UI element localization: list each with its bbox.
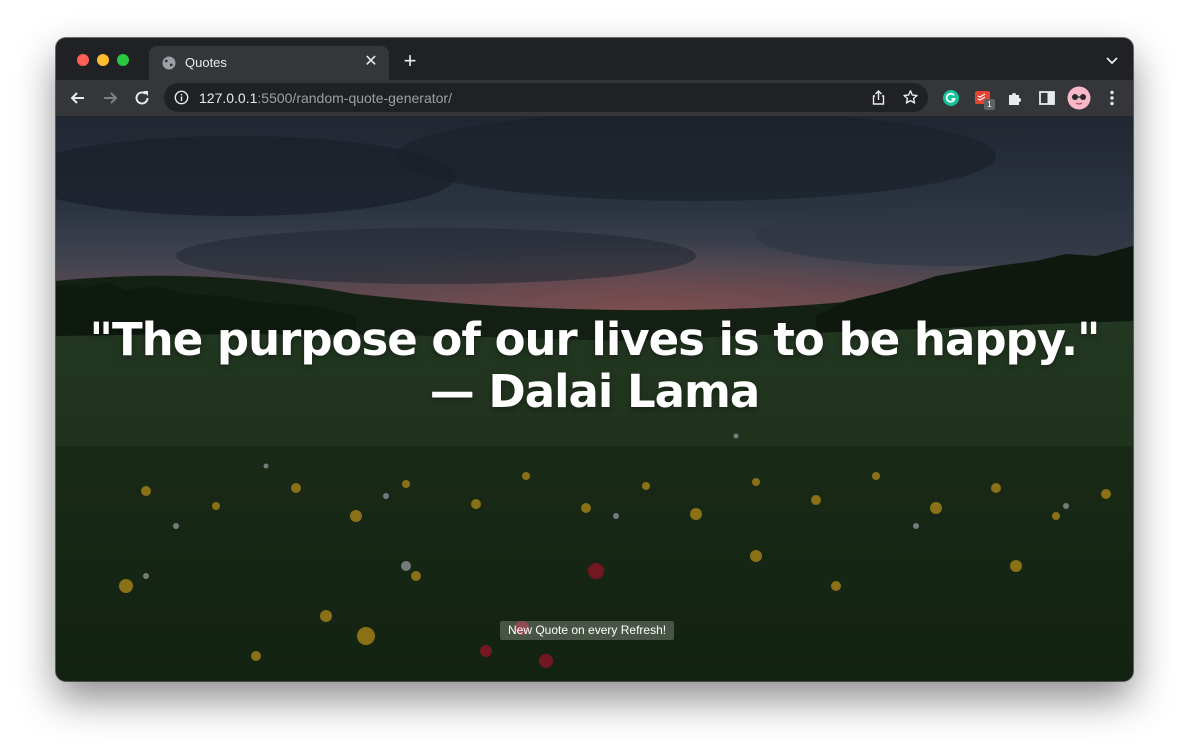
minimize-window-button[interactable] <box>97 54 109 66</box>
refresh-note: New Quote on every Refresh! <box>500 621 675 640</box>
todoist-icon[interactable]: 1 <box>973 88 995 110</box>
browser-window: Quotes ✕ + 127.0.0.1:5500/random-quote-g… <box>56 38 1133 681</box>
url-path: :5500/random-quote-generator/ <box>257 90 452 106</box>
url-host: 127.0.0.1 <box>199 90 258 106</box>
bookmark-star-icon[interactable] <box>902 89 919 106</box>
quote-text: "The purpose of our lives is to be happy… <box>89 313 1101 366</box>
reload-icon[interactable] <box>132 88 152 108</box>
puzzle-extensions-icon[interactable] <box>1005 88 1025 108</box>
close-icon[interactable]: ✕ <box>363 54 379 70</box>
zoom-window-button[interactable] <box>117 54 129 66</box>
tab-strip: Quotes ✕ + <box>56 38 1133 80</box>
url-text[interactable]: 127.0.0.1:5500/random-quote-generator/ <box>199 90 452 106</box>
info-icon[interactable] <box>174 90 189 105</box>
share-icon[interactable] <box>870 89 887 106</box>
kebab-menu-icon[interactable] <box>1102 88 1122 108</box>
toolbar: 127.0.0.1:5500/random-quote-generator/ 1 <box>56 80 1133 116</box>
forward-arrow-icon[interactable] <box>100 88 120 108</box>
tab-quotes[interactable]: Quotes ✕ <box>149 46 389 80</box>
chevron-down-icon[interactable] <box>1105 53 1119 67</box>
tab-title: Quotes <box>185 55 227 70</box>
globe-icon <box>162 56 176 70</box>
quote-author: — Dalai Lama <box>429 365 761 418</box>
quote-block: "The purpose of our lives is to be happy… <box>56 314 1133 418</box>
close-window-button[interactable] <box>77 54 89 66</box>
new-tab-icon[interactable]: + <box>400 50 420 72</box>
profile-avatar[interactable] <box>1067 86 1091 110</box>
grammarly-icon[interactable] <box>941 88 961 108</box>
address-bar[interactable]: 127.0.0.1:5500/random-quote-generator/ <box>164 83 928 112</box>
side-panel-icon[interactable] <box>1037 88 1057 108</box>
page-viewport: "The purpose of our lives is to be happy… <box>56 116 1133 681</box>
back-arrow-icon[interactable] <box>68 88 88 108</box>
extension-badge: 1 <box>984 99 995 110</box>
